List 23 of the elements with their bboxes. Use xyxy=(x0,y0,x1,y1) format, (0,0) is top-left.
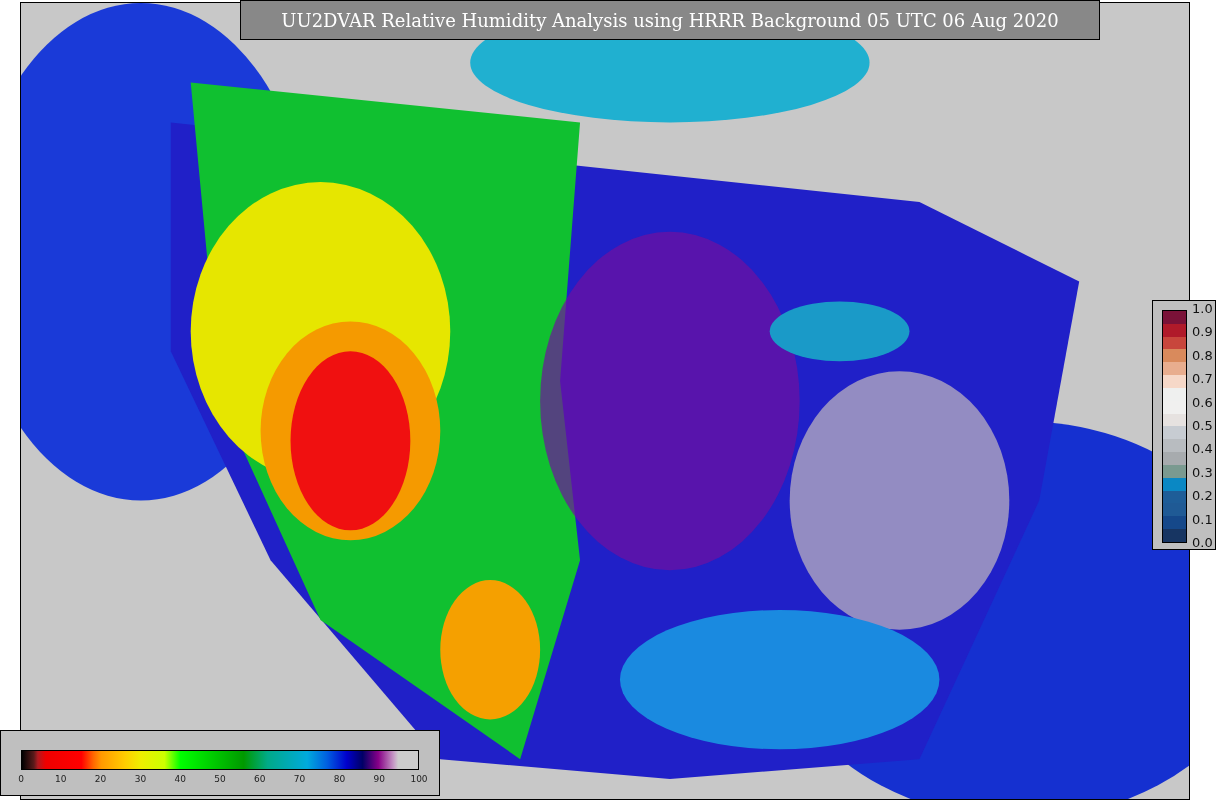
tick-label: 90 xyxy=(373,774,385,784)
tick-label: 0.6 xyxy=(1192,394,1213,410)
tick-label: 30 xyxy=(134,774,147,784)
tick-label: 70 xyxy=(293,774,306,784)
tick-label: 80 xyxy=(333,774,346,784)
tick-label: 0.7 xyxy=(1192,371,1213,387)
tick-label: 40 xyxy=(174,774,186,784)
tick-label: 10 xyxy=(55,774,67,784)
tick-label: 0.8 xyxy=(1192,347,1213,363)
tick-label: 0.4 xyxy=(1192,441,1213,457)
tick-label: 0.3 xyxy=(1192,464,1213,480)
tick-label: 60 xyxy=(254,774,266,784)
tick-label: 0.5 xyxy=(1192,417,1213,433)
tick-label: 20 xyxy=(94,774,107,784)
tick-label: 50 xyxy=(214,774,226,784)
tick-label: 0.0 xyxy=(1192,534,1213,550)
tick-label: 1.0 xyxy=(1192,301,1213,316)
tick-label: 100 xyxy=(410,774,428,784)
tick-label: 0.1 xyxy=(1192,511,1213,527)
map-title: UU2DVAR Relative Humidity Analysis using HRRR Background 05 UTC 06 Aug 2020 xyxy=(240,0,1100,40)
tick-label: 0.2 xyxy=(1192,488,1213,504)
tick-label: 0.9 xyxy=(1192,324,1213,340)
tick-label: 0 xyxy=(18,774,24,784)
